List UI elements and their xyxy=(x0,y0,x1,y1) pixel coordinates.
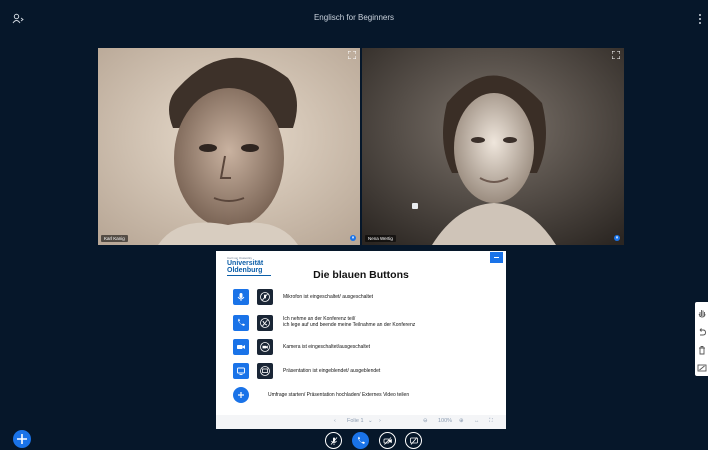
logo-line-1: Universität xyxy=(227,260,264,267)
microphone-off-icon xyxy=(257,289,273,305)
hand-tool-icon[interactable] xyxy=(697,305,707,318)
phone-icon xyxy=(233,315,249,331)
slide-row-text: Mikrofon ist eingeschaltet/ ausgeschalte… xyxy=(283,294,374,300)
microphone-status-icon xyxy=(350,235,356,241)
actions-plus-button[interactable] xyxy=(13,430,31,448)
slide-row-presentation: Präsentation ist eingeblendet/ ausgeblen… xyxy=(233,363,493,381)
slide-row-microphone: Mikrofon ist eingeschaltet/ ausgeschalte… xyxy=(233,289,493,307)
plus-icon xyxy=(233,387,249,403)
webcam-video-woman xyxy=(362,48,624,245)
zoom-out-icon[interactable]: ⊖ xyxy=(423,418,428,424)
screen-share-off-icon xyxy=(257,363,273,379)
trash-icon[interactable] xyxy=(697,342,707,355)
webcam-video-man xyxy=(98,48,360,245)
multi-user-whiteboard-icon[interactable] xyxy=(697,360,707,372)
presentation-toolbar: ‹ Folie 1 ⌄ › ⊖ 100% ⊕ ↔ ⛶ xyxy=(216,415,506,429)
more-options-icon[interactable] xyxy=(697,13,703,25)
slide-row-actions: Umfrage starten/ Präsentation hochladen/… xyxy=(233,387,493,405)
camera-off-icon xyxy=(257,339,273,355)
zoom-level: 100% xyxy=(438,418,453,424)
fullscreen-icon[interactable] xyxy=(348,51,356,59)
presentation-area: Carl von Ossietzky Universität Oldenburg… xyxy=(216,251,506,429)
slide-row-text: Kamera ist eingeschaltet/ausgeschaltet xyxy=(283,344,370,350)
camera-off-icon xyxy=(383,437,392,445)
zoom-in-icon[interactable]: ⊕ xyxy=(459,418,464,424)
next-slide-button[interactable]: › xyxy=(379,418,381,424)
microphone-icon xyxy=(233,289,249,305)
slide-row-text: Präsentation ist eingeblendet/ ausgeblen… xyxy=(283,368,381,374)
fit-width-icon[interactable]: ↔ xyxy=(474,418,480,424)
slide-row-phone: Ich nehme an der Konferenz teil/ ich leg… xyxy=(233,315,493,333)
fullscreen-icon[interactable] xyxy=(612,51,620,59)
share-screen-button[interactable] xyxy=(405,432,422,449)
minimize-presentation-button[interactable] xyxy=(490,252,503,263)
microphone-status-icon xyxy=(614,235,620,241)
slide-row-text-line2: ich lege auf und beende meine Teilnahme … xyxy=(283,322,416,328)
slide-selector-chevron-icon[interactable]: ⌄ xyxy=(368,418,373,424)
camera-indicator-icon xyxy=(412,203,418,209)
screen-share-off-icon xyxy=(410,437,418,445)
video-tile-nena[interactable]: Nena Wertig xyxy=(362,48,624,245)
microphone-off-icon xyxy=(330,437,338,445)
participant-name-label: Karl Kanig xyxy=(101,235,128,242)
fullscreen-presentation-icon[interactable]: ⛶ xyxy=(489,418,493,425)
slide-row-camera: Kamera ist eingeschaltet/ausgeschaltet xyxy=(233,339,493,357)
top-bar: Englisch for Beginners xyxy=(0,0,708,36)
meeting-title: Englisch for Beginners xyxy=(313,13,395,22)
video-tile-karl[interactable]: Karl Kanig xyxy=(98,48,360,245)
phone-icon xyxy=(358,436,365,444)
slide-selector[interactable]: Folie 1 xyxy=(347,418,364,424)
participant-name-label: Nena Wertig xyxy=(365,235,396,242)
slide-row-text: Umfrage starten/ Präsentation hochladen/… xyxy=(268,392,410,398)
camera-icon xyxy=(233,339,249,355)
phone-hangup-icon xyxy=(257,315,273,331)
join-audio-button[interactable] xyxy=(352,432,369,449)
microphone-toggle-button[interactable] xyxy=(325,432,342,449)
screen-share-icon xyxy=(233,363,249,379)
share-webcam-button[interactable] xyxy=(379,432,396,449)
previous-slide-button[interactable]: ‹ xyxy=(334,418,336,424)
whiteboard-toolbar xyxy=(695,302,708,376)
slide-title: Die blauen Buttons xyxy=(313,269,409,281)
undo-icon[interactable] xyxy=(697,324,707,336)
slide-row-text: Ich nehme an der Konferenz teil/ ich leg… xyxy=(283,316,415,328)
